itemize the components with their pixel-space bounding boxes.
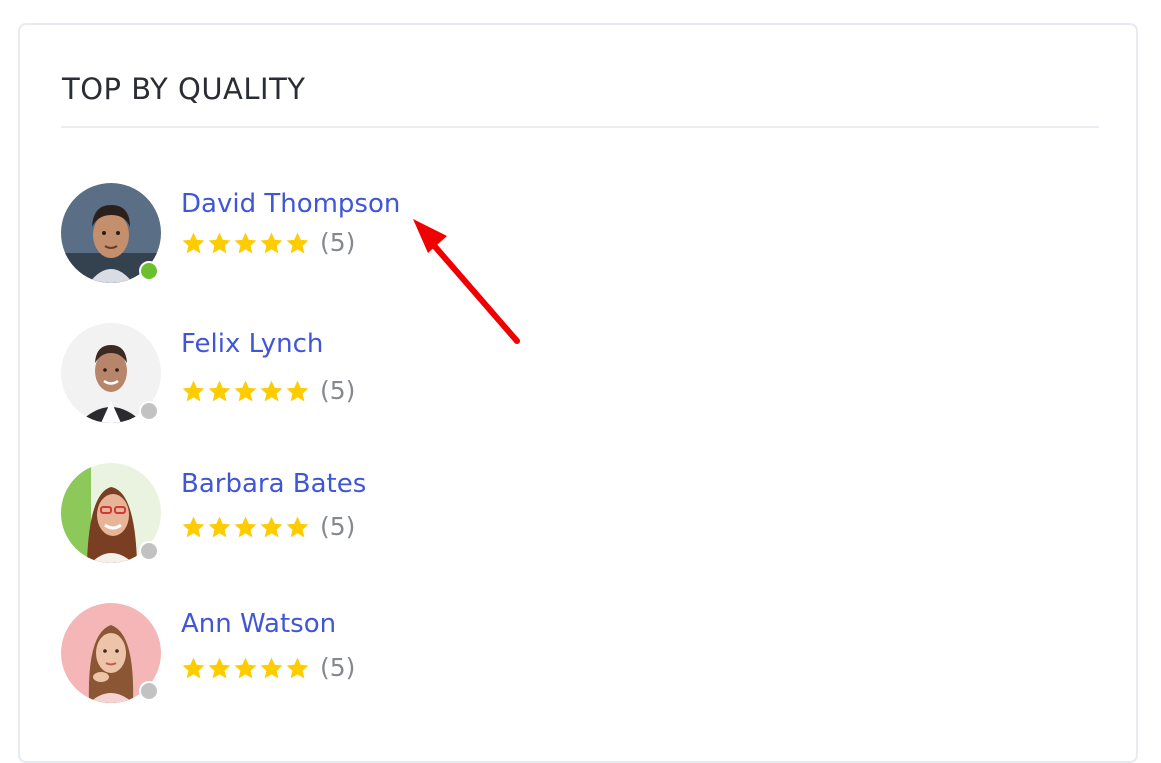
star-icon (233, 515, 258, 540)
star-icon (285, 656, 310, 681)
stars (181, 379, 310, 404)
star-icon (259, 379, 284, 404)
user-name-link[interactable]: Barbara Bates (181, 467, 366, 501)
offline-status-indicator (139, 401, 159, 421)
star-icon (285, 515, 310, 540)
avatar[interactable] (61, 183, 161, 283)
star-icon (233, 231, 258, 256)
user-name-link[interactable]: David Thompson (181, 187, 400, 221)
star-rating: (5) (181, 652, 355, 684)
star-icon (259, 656, 284, 681)
stars (181, 515, 310, 540)
star-icon (285, 231, 310, 256)
star-icon (259, 515, 284, 540)
user-row: Felix Lynch (5) (61, 323, 661, 427)
stars (181, 231, 310, 256)
rating-count: (5) (320, 228, 356, 257)
star-icon (207, 515, 232, 540)
star-icon (259, 231, 284, 256)
star-icon (181, 379, 206, 404)
title-divider (61, 126, 1099, 128)
star-icon (285, 379, 310, 404)
online-status-indicator (139, 261, 159, 281)
rating-count: (5) (320, 512, 356, 541)
star-rating: (5) (181, 375, 355, 407)
card-title: TOP BY QUALITY (62, 72, 306, 106)
rating-count: (5) (320, 653, 356, 682)
rating-count: (5) (320, 376, 356, 405)
star-icon (181, 515, 206, 540)
user-row: David Thompson (5) (61, 183, 661, 287)
user-row: Barbara Bates (5) (61, 463, 661, 567)
avatar[interactable] (61, 603, 161, 703)
user-name-link[interactable]: Felix Lynch (181, 327, 323, 361)
star-icon (181, 656, 206, 681)
avatar[interactable] (61, 463, 161, 563)
star-icon (207, 656, 232, 681)
star-rating: (5) (181, 511, 355, 543)
star-icon (233, 379, 258, 404)
user-row: Ann Watson (5) (61, 603, 661, 707)
star-rating: (5) (181, 227, 355, 259)
star-icon (207, 231, 232, 256)
offline-status-indicator (139, 681, 159, 701)
stars (181, 656, 310, 681)
star-icon (181, 231, 206, 256)
star-icon (233, 656, 258, 681)
star-icon (207, 379, 232, 404)
offline-status-indicator (139, 541, 159, 561)
top-by-quality-card: TOP BY QUALITY David Thompson (5) Felix … (18, 23, 1138, 763)
avatar[interactable] (61, 323, 161, 423)
user-name-link[interactable]: Ann Watson (181, 607, 336, 641)
